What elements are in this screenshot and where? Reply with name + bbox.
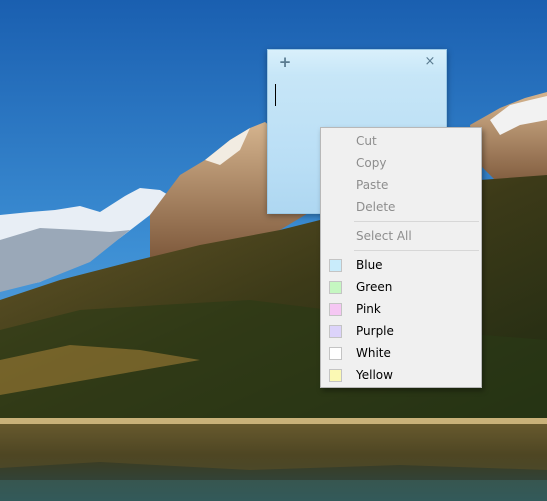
menu-item-color-pink[interactable]: Pink xyxy=(323,298,479,320)
menu-item-color-green[interactable]: Green xyxy=(323,276,479,298)
context-menu: Cut Copy Paste Delete Select All Blue Gr… xyxy=(320,127,482,388)
menu-item-copy[interactable]: Copy xyxy=(323,152,479,174)
menu-item-paste[interactable]: Paste xyxy=(323,174,479,196)
menu-item-label: Purple xyxy=(356,324,394,338)
color-swatch-icon xyxy=(329,258,342,272)
menu-item-label: Yellow xyxy=(356,368,393,382)
color-swatch-icon xyxy=(329,280,342,294)
color-swatch-icon xyxy=(329,346,342,360)
menu-item-label: Select All xyxy=(356,229,412,243)
menu-item-label: Delete xyxy=(356,200,396,214)
menu-item-color-blue[interactable]: Blue xyxy=(323,254,479,276)
menu-item-color-purple[interactable]: Purple xyxy=(323,320,479,342)
menu-item-select-all[interactable]: Select All xyxy=(323,225,479,247)
menu-item-label: Green xyxy=(356,280,393,294)
menu-item-label: Cut xyxy=(356,134,377,148)
color-swatch-icon xyxy=(329,368,342,382)
menu-item-cut[interactable]: Cut xyxy=(323,130,479,152)
sticky-note-titlebar[interactable]: + × xyxy=(268,50,446,76)
menu-item-label: Blue xyxy=(356,258,383,272)
menu-item-label: White xyxy=(356,346,391,360)
menu-item-delete[interactable]: Delete xyxy=(323,196,479,218)
close-icon[interactable]: × xyxy=(422,54,438,70)
menu-separator xyxy=(354,250,479,251)
menu-item-color-yellow[interactable]: Yellow xyxy=(323,364,479,386)
color-swatch-icon xyxy=(329,324,342,338)
add-note-icon[interactable]: + xyxy=(277,54,293,70)
menu-item-label: Pink xyxy=(356,302,381,316)
menu-separator xyxy=(354,221,479,222)
menu-item-label: Paste xyxy=(356,178,389,192)
text-caret xyxy=(275,84,276,106)
color-swatch-icon xyxy=(329,302,342,316)
menu-item-color-white[interactable]: White xyxy=(323,342,479,364)
menu-item-label: Copy xyxy=(356,156,387,170)
